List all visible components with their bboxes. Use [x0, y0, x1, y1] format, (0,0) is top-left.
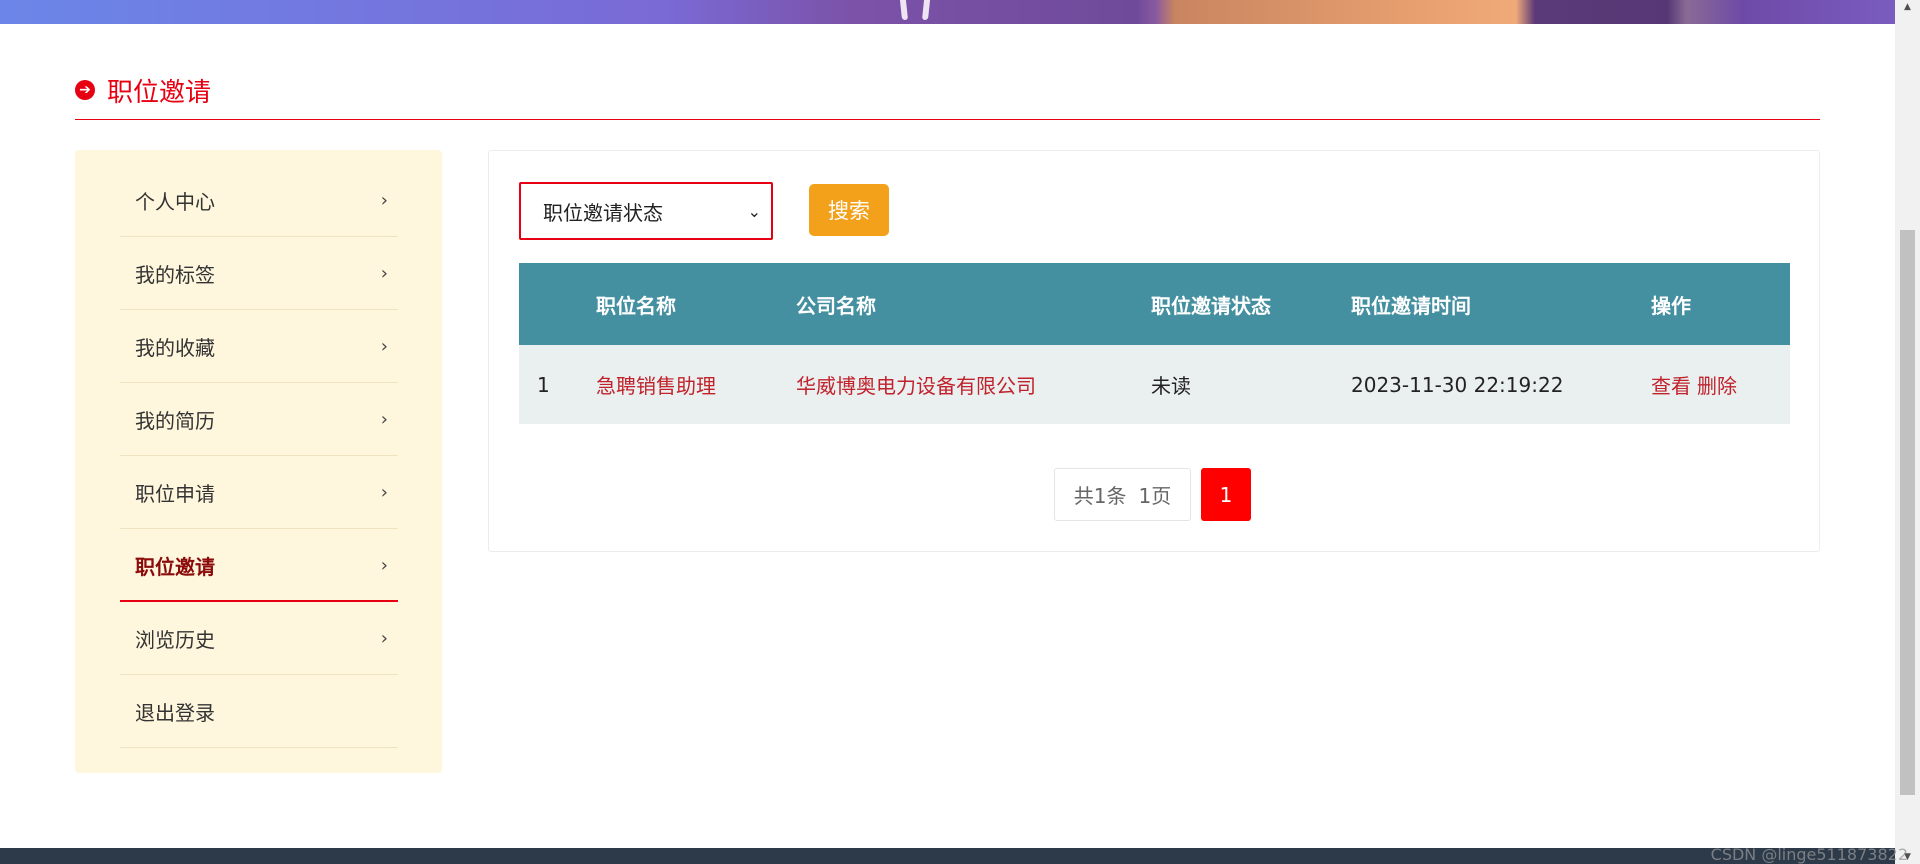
invitation-time: 2023-11-30 22:19:22 — [1351, 372, 1564, 397]
sidebar-item-label: 浏览历史 — [135, 628, 215, 652]
watermark: CSDN @linge511873822 — [1710, 845, 1908, 864]
row-index: 1 — [537, 372, 550, 397]
invitation-status: 未读 — [1151, 374, 1191, 398]
sidebar-item-job-applications[interactable]: 职位申请 › — [120, 457, 398, 529]
chevron-right-icon: › — [380, 628, 388, 649]
sidebar-item-label: 我的收藏 — [135, 336, 215, 360]
sidebar-item-browse-history[interactable]: 浏览历史 › — [120, 603, 398, 675]
job-name-link[interactable]: 急聘销售助理 — [596, 370, 716, 399]
header-time: 职位邀请时间 — [1351, 293, 1471, 318]
header-actions: 操作 — [1651, 293, 1691, 318]
pagination-total: 共1条 — [1073, 484, 1127, 508]
banner-figure-legs — [897, 0, 937, 22]
page-title: 职位邀请 — [107, 77, 212, 108]
pagination-page-button[interactable]: 1 — [1201, 468, 1251, 521]
title-divider — [75, 119, 1820, 120]
pagination-pages: 1页 — [1138, 484, 1172, 508]
search-button[interactable]: 搜索 — [809, 184, 889, 236]
table-header-row: 职位名称 公司名称 职位邀请状态 职位邀请时间 操作 — [519, 263, 1790, 345]
sidebar-item-my-favorites[interactable]: 我的收藏 › — [120, 311, 398, 383]
chevron-right-icon: › — [380, 336, 388, 357]
header-job-name: 职位名称 — [596, 293, 676, 318]
sidebar-item-job-invitations[interactable]: 职位邀请 › — [120, 530, 398, 602]
table-row: 1 急聘销售助理 华威博奥电力设备有限公司 未读 2023-11-30 22:1… — [519, 345, 1790, 424]
page-footer — [0, 848, 1895, 864]
scroll-up-arrow-icon[interactable]: ▲ — [1895, 0, 1920, 14]
sidebar-item-label: 个人中心 — [135, 190, 215, 214]
sidebar-item-label: 职位邀请 — [135, 554, 215, 579]
arrow-circle-right-icon: ➔ — [75, 80, 95, 100]
sidebar-item-logout[interactable]: 退出登录 — [120, 676, 398, 748]
scroll-thumb[interactable] — [1900, 230, 1915, 795]
invitation-table: 职位名称 公司名称 职位邀请状态 职位邀请时间 操作 1 急聘销售助理 华威博奥… — [519, 263, 1790, 424]
chevron-right-icon: › — [380, 482, 388, 503]
pagination-info: 共1条 1页 — [1054, 468, 1191, 521]
chevron-right-icon: › — [380, 263, 388, 284]
chevron-right-icon: › — [380, 409, 388, 430]
company-link[interactable]: 华威博奥电力设备有限公司 — [796, 370, 1036, 399]
status-select[interactable]: 职位邀请状态 ⌄ — [519, 182, 773, 240]
status-select-value: 职位邀请状态 — [543, 200, 663, 225]
view-link[interactable]: 查看 — [1651, 370, 1691, 399]
chevron-right-icon: › — [380, 190, 388, 211]
chevron-right-icon: › — [380, 554, 388, 576]
delete-link[interactable]: 删除 — [1697, 370, 1737, 399]
chevron-down-icon: ⌄ — [747, 201, 761, 221]
top-banner-image — [0, 0, 1895, 24]
sidebar-item-label: 退出登录 — [135, 701, 215, 725]
page-scrollbar[interactable]: ▲ ▼ — [1895, 0, 1920, 864]
sidebar-item-label: 我的标签 — [135, 263, 215, 287]
sidebar-item-personal-center[interactable]: 个人中心 › — [120, 165, 398, 237]
sidebar-item-my-resume[interactable]: 我的简历 › — [120, 384, 398, 456]
sidebar-item-my-tags[interactable]: 我的标签 › — [120, 238, 398, 310]
sidebar-item-label: 我的简历 — [135, 409, 215, 433]
sidebar-item-label: 职位申请 — [135, 482, 215, 506]
sidebar: 个人中心 › 我的标签 › 我的收藏 › 我的简历 › 职位申请 › 职位邀请 … — [75, 150, 442, 773]
content-panel: 职位邀请状态 ⌄ 搜索 职位名称 公司名称 职位邀请状态 职位邀请时间 操作 1… — [488, 150, 1820, 552]
section-header: ➔ 职位邀请 — [75, 70, 211, 110]
header-status: 职位邀请状态 — [1151, 293, 1271, 318]
header-company: 公司名称 — [796, 293, 876, 318]
